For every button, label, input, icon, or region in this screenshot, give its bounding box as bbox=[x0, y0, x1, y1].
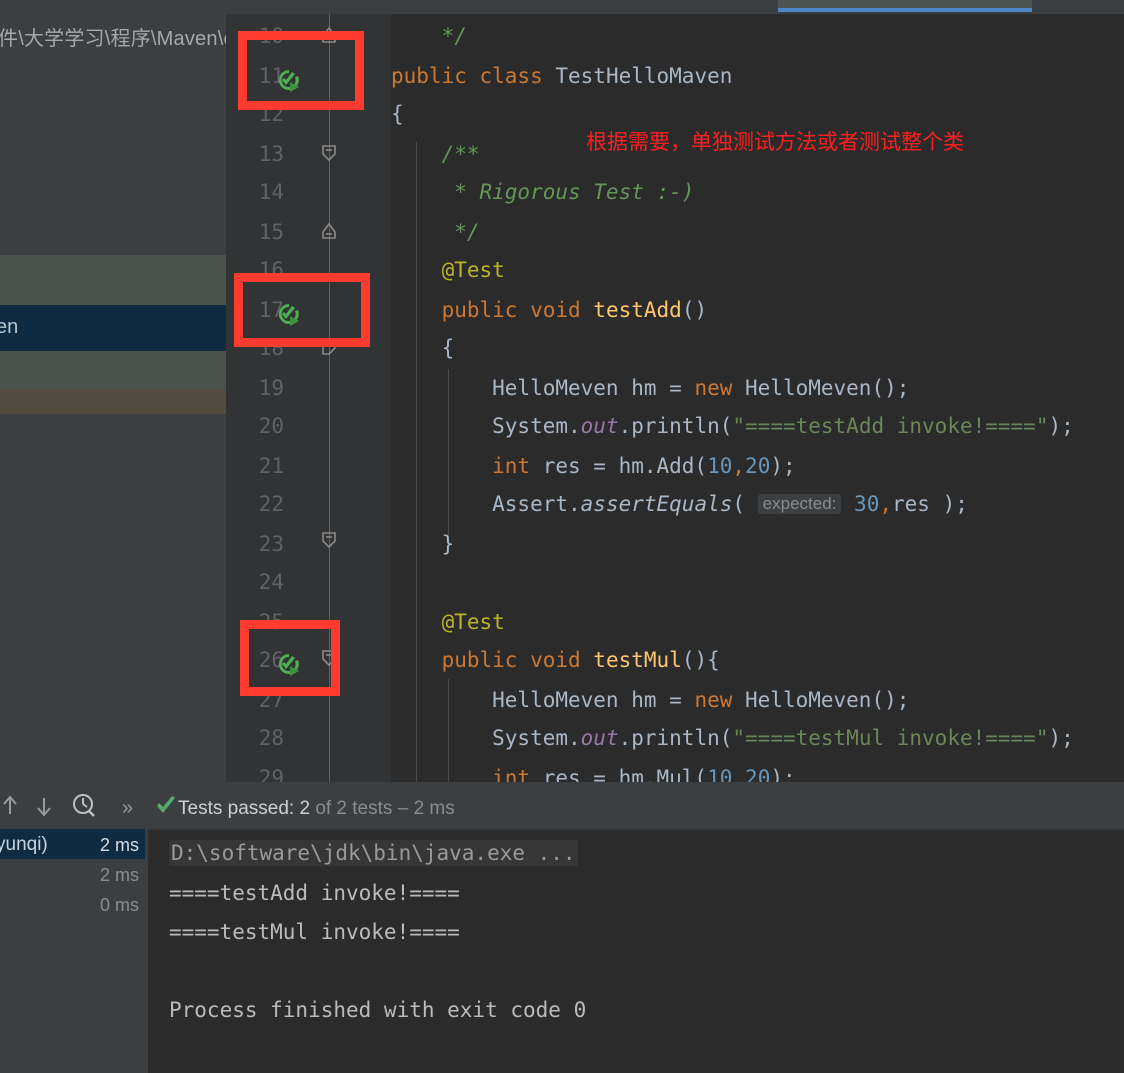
console-line: ====testMul invoke!==== bbox=[169, 920, 460, 944]
line-number-24: 24 bbox=[258, 570, 284, 594]
code-line-26: public void testMul(){ bbox=[391, 648, 720, 672]
code-editor[interactable]: 10 11 12 13 14 15 16 17 18 19 20 21 22 23 24 25 26 27 28 29 bbox=[226, 14, 1124, 782]
project-tree-row[interactable] bbox=[0, 389, 226, 414]
active-tab-underline bbox=[778, 8, 1032, 12]
line-number-28: 28 bbox=[258, 726, 284, 750]
line-number-14: 14 bbox=[258, 180, 284, 204]
run-toolbar[interactable]: » Tests passed: 2 of 2 tests – 2 ms bbox=[0, 782, 1124, 829]
project-tree-row-selected[interactable]: en bbox=[0, 305, 226, 351]
ide-window: 件\大学学习\程序\Maven\cl en 10 11 12 13 14 15 16 17 18… bbox=[0, 0, 1124, 1073]
code-fold-marker-icon[interactable] bbox=[318, 529, 344, 549]
console-line-command: D:\software\jdk\bin\java.exe ... bbox=[169, 840, 578, 866]
line-number-20: 20 bbox=[258, 414, 284, 438]
console-left-edge bbox=[145, 829, 148, 1073]
line-number-29: 29 bbox=[258, 766, 284, 782]
console-output[interactable]: D:\software\jdk\bin\java.exe ... ====tes… bbox=[145, 829, 1124, 1073]
test-tree-row-duration: 0 ms bbox=[99, 895, 139, 915]
line-number-13: 13 bbox=[258, 142, 284, 166]
code-line-19: HelloMeven hm = new HelloMeven(); bbox=[391, 376, 910, 400]
line-number-19: 19 bbox=[258, 376, 284, 400]
expand-toolbar-icon[interactable]: » bbox=[122, 797, 133, 820]
test-history-icon[interactable] bbox=[70, 792, 98, 820]
project-tree-row[interactable] bbox=[0, 255, 226, 305]
code-line-18: { bbox=[391, 336, 455, 360]
console-top-divider bbox=[145, 829, 1124, 831]
code-line-25: @Test bbox=[391, 610, 505, 634]
code-line-17: public void testAdd() bbox=[391, 298, 708, 322]
code-line-23: } bbox=[391, 532, 455, 556]
code-line-20: System.out.println("====testAdd invoke!=… bbox=[391, 414, 1074, 438]
project-tree-row-label: en bbox=[0, 316, 19, 338]
code-line-21: int res = hm.Add(10,20); bbox=[391, 454, 796, 478]
test-tree-row[interactable]: 2 ms bbox=[0, 859, 145, 889]
test-status-prefix: Tests passed: bbox=[178, 798, 295, 819]
console-line: ====testAdd invoke!==== bbox=[169, 881, 460, 905]
test-status-separator: – bbox=[397, 798, 409, 819]
code-line-29: int res = hm.Mul(10,20); bbox=[391, 766, 796, 782]
code-line-10: */ bbox=[391, 24, 467, 48]
test-status-text: Tests passed: 2 of 2 tests – 2 ms bbox=[178, 798, 455, 820]
console-command-text: D:\software\jdk\bin\java.exe ... bbox=[169, 840, 578, 866]
editor-tab-strip bbox=[0, 0, 1124, 14]
run-class-gutter-highlight bbox=[238, 31, 364, 110]
code-fold-marker-icon[interactable] bbox=[318, 220, 344, 240]
code-line-11: public class TestHelloMaven bbox=[391, 64, 733, 88]
line-number-21: 21 bbox=[258, 454, 284, 478]
test-tree-row[interactable]: 0 ms bbox=[0, 889, 145, 919]
test-tree-row-duration: 2 ms bbox=[99, 865, 139, 885]
code-line-14: * Rigorous Test :-) bbox=[391, 180, 695, 204]
line-number-15: 15 bbox=[258, 220, 284, 244]
code-line-12: { bbox=[391, 102, 404, 126]
prev-failed-test-icon[interactable] bbox=[0, 792, 24, 820]
project-tool-window[interactable]: 件\大学学习\程序\Maven\cl en bbox=[0, 14, 226, 751]
project-tree-row[interactable] bbox=[0, 351, 226, 389]
test-results-tree[interactable]: yunqi) 2 ms 2 ms 0 ms bbox=[0, 829, 145, 1073]
test-status-duration: 2 ms bbox=[413, 798, 455, 819]
code-line-27: HelloMeven hm = new HelloMeven(); bbox=[391, 688, 910, 712]
line-number-23: 23 bbox=[258, 532, 284, 556]
run-testAdd-gutter-highlight bbox=[234, 273, 370, 347]
test-tree-row-duration: 2 ms bbox=[99, 835, 139, 855]
code-fold-marker-icon[interactable] bbox=[318, 142, 344, 162]
code-line-22: Assert.assertEquals( expected: 30,res ); bbox=[391, 492, 968, 516]
code-line-15: */ bbox=[391, 220, 480, 244]
project-path-label: 件\大学学习\程序\Maven\cl bbox=[0, 28, 226, 50]
test-passed-count: 2 bbox=[299, 798, 311, 819]
inlay-hint-expected: expected: bbox=[757, 494, 842, 514]
test-status-suffix: of 2 tests bbox=[315, 798, 393, 819]
run-tool-window[interactable]: » Tests passed: 2 of 2 tests – 2 ms yunq… bbox=[0, 782, 1124, 1073]
tests-passed-check-icon bbox=[157, 796, 175, 813]
test-tree-row-label: yunqi) bbox=[0, 834, 48, 855]
run-testMul-gutter-highlight bbox=[240, 620, 340, 696]
line-number-22: 22 bbox=[258, 492, 284, 516]
console-line: Process finished with exit code 0 bbox=[169, 998, 587, 1022]
test-tree-row-selected[interactable]: yunqi) 2 ms bbox=[0, 829, 145, 859]
annotation-note: 根据需要，单独测试方法或者测试整个类 bbox=[586, 130, 964, 154]
code-line-28: System.out.println("====testMul invoke!=… bbox=[391, 726, 1074, 750]
code-line-13: /** bbox=[391, 142, 480, 166]
code-line-16: @Test bbox=[391, 258, 505, 282]
next-failed-test-icon[interactable] bbox=[30, 792, 58, 820]
